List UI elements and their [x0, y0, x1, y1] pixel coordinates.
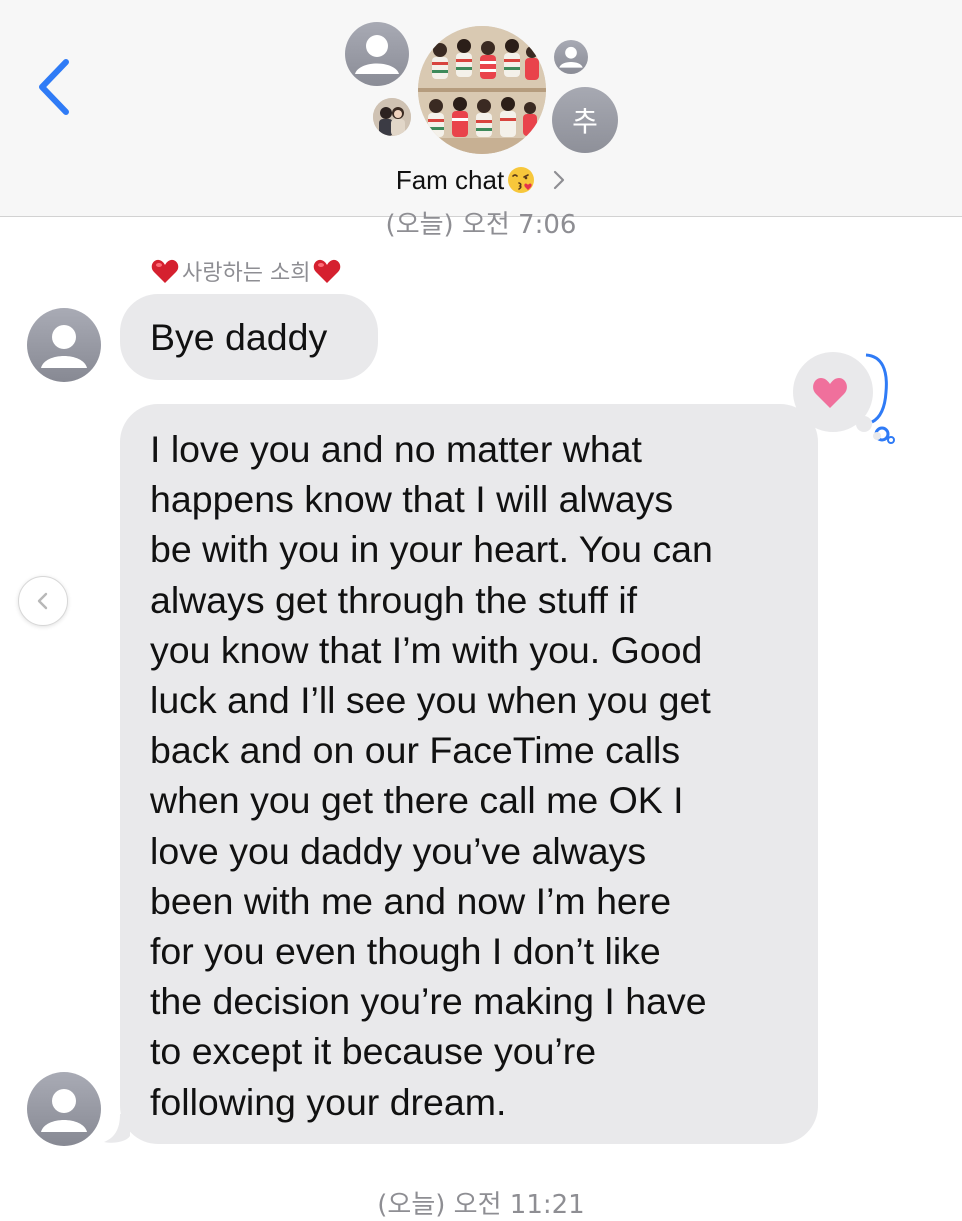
group-photo-image: [418, 26, 546, 154]
message-timestamp: (오늘) 오전 11:21: [377, 1190, 585, 1220]
face-blowing-kiss-icon: [508, 167, 535, 193]
person-icon: [355, 35, 399, 74]
chat-header: 추 Fam chat: [0, 0, 962, 217]
message-bubble[interactable]: I love you and no matter what happens kn…: [120, 404, 818, 1144]
message-text: Bye daddy: [150, 316, 328, 358]
sender-avatar[interactable]: [27, 308, 101, 382]
member-photo-avatar[interactable]: [373, 98, 411, 136]
sender-name-text: 사랑하는 소희: [182, 261, 311, 286]
person-icon: [27, 308, 101, 382]
member-photo-image: [373, 98, 411, 136]
message-timestamp: (오늘) 오전 7:06: [385, 210, 577, 240]
avatar-initial-text: 추: [572, 105, 598, 138]
red-heart-icon: [314, 259, 341, 283]
member-avatar[interactable]: [554, 40, 588, 74]
sender-name: 사랑하는 소희: [150, 256, 342, 286]
heart-reaction-icon[interactable]: [788, 352, 898, 444]
chat-details-link[interactable]: Fam chat: [0, 160, 962, 200]
person-icon: [27, 1072, 101, 1146]
chevron-left-icon: [39, 59, 69, 115]
chevron-left-icon: [37, 592, 48, 610]
sender-avatar[interactable]: [27, 1072, 101, 1146]
chat-title: Fam chat: [395, 164, 505, 195]
carousel-prev-button[interactable]: [18, 576, 68, 626]
red-heart-icon: [151, 259, 179, 283]
chevron-right-icon: [554, 170, 565, 190]
person-icon: [559, 46, 583, 68]
back-button[interactable]: [30, 52, 80, 122]
group-photo-avatar[interactable]: [418, 26, 546, 154]
message-bubble[interactable]: Bye daddy: [120, 294, 378, 380]
member-initial-avatar[interactable]: 추: [552, 87, 618, 153]
member-avatar[interactable]: [345, 22, 409, 86]
